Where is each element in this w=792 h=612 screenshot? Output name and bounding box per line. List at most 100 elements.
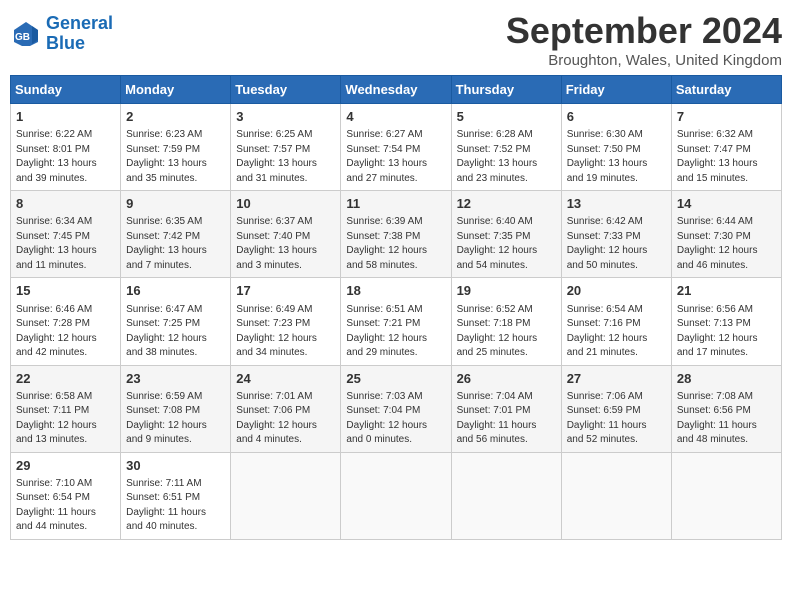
day-info: Sunrise: 6:47 AM Sunset: 7:25 PM Dayligh… (126, 303, 225, 361)
day-info: Sunrise: 6:46 AM Sunset: 7:28 PM Dayligh… (16, 303, 115, 361)
calendar-cell: 26Sunrise: 7:04 AM Sunset: 7:01 PM Dayli… (451, 365, 561, 452)
day-info: Sunrise: 6:49 AM Sunset: 7:23 PM Dayligh… (236, 303, 335, 361)
calendar-cell: 4 Sunrise: 6:27 AM Sunset: 7:54 PM Daylig… (341, 104, 451, 191)
day-number: 5 (457, 108, 556, 126)
calendar-cell: 30Sunrise: 7:11 AM Sunset: 6:51 PM Dayli… (121, 452, 231, 539)
calendar-cell: 29 Sunrise: 7:10 AM Sunset: 6:54 PM Dayli… (11, 452, 121, 539)
svg-text:GB: GB (15, 32, 30, 43)
day-info: Sunrise: 6:58 AM Sunset: 7:11 PM Dayligh… (16, 390, 115, 448)
calendar-header-row: SundayMondayTuesdayWednesdayThursdayFrid… (11, 76, 782, 104)
day-number: 24 (236, 370, 335, 388)
day-info: Sunrise: 6:39 AM Sunset: 7:38 PM Dayligh… (346, 215, 445, 273)
day-number: 12 (457, 195, 556, 213)
calendar-cell: 7Sunrise: 6:32 AM Sunset: 7:47 PM Daylig… (671, 104, 781, 191)
day-number: 23 (126, 370, 225, 388)
day-info: Sunrise: 6:28 AM Sunset: 7:52 PM Dayligh… (457, 128, 556, 186)
calendar-cell: 25Sunrise: 7:03 AM Sunset: 7:04 PM Dayli… (341, 365, 451, 452)
day-info: Sunrise: 6:54 AM Sunset: 7:16 PM Dayligh… (567, 303, 666, 361)
calendar-cell: 6 Sunrise: 6:30 AM Sunset: 7:50 PM Daylig… (561, 104, 671, 191)
day-number: 18 (346, 282, 445, 300)
calendar-cell (561, 452, 671, 539)
day-info: Sunrise: 6:51 AM Sunset: 7:21 PM Dayligh… (346, 303, 445, 361)
weekday-header-saturday: Saturday (671, 76, 781, 104)
calendar-cell: 8Sunrise: 6:34 AM Sunset: 7:45 PM Daylig… (11, 191, 121, 278)
calendar-cell: 11Sunrise: 6:39 AM Sunset: 7:38 PM Dayli… (341, 191, 451, 278)
day-number: 19 (457, 282, 556, 300)
day-number: 17 (236, 282, 335, 300)
calendar-cell: 12 Sunrise: 6:40 AM Sunset: 7:35 PM Dayli… (451, 191, 561, 278)
day-number: 29 (16, 457, 115, 475)
location-title: Broughton, Wales, United Kingdom (506, 52, 782, 69)
calendar-cell: 1 Sunrise: 6:22 AM Sunset: 8:01 PM Daylig… (11, 104, 121, 191)
day-info: Sunrise: 6:40 AM Sunset: 7:35 PM Dayligh… (457, 215, 556, 273)
calendar-cell (671, 452, 781, 539)
day-number: 28 (677, 370, 776, 388)
day-number: 27 (567, 370, 666, 388)
calendar-week-3: 15 Sunrise: 6:46 AM Sunset: 7:28 PM Dayli… (11, 278, 782, 365)
calendar-cell (451, 452, 561, 539)
day-number: 2 (126, 108, 225, 126)
day-number: 20 (567, 282, 666, 300)
logo-line2: Blue (46, 33, 85, 53)
day-number: 30 (126, 457, 225, 475)
calendar-cell: 27Sunrise: 7:06 AM Sunset: 6:59 PM Dayli… (561, 365, 671, 452)
day-info: Sunrise: 6:44 AM Sunset: 7:30 PM Dayligh… (677, 215, 776, 273)
day-number: 25 (346, 370, 445, 388)
calendar-cell: 15 Sunrise: 6:46 AM Sunset: 7:28 PM Dayli… (11, 278, 121, 365)
day-info: Sunrise: 6:34 AM Sunset: 7:45 PM Dayligh… (16, 215, 115, 273)
calendar-cell: 22Sunrise: 6:58 AM Sunset: 7:11 PM Dayli… (11, 365, 121, 452)
day-info: Sunrise: 6:23 AM Sunset: 7:59 PM Dayligh… (126, 128, 225, 186)
weekday-header-sunday: Sunday (11, 76, 121, 104)
calendar-table: SundayMondayTuesdayWednesdayThursdayFrid… (10, 75, 782, 540)
logo-line1: General (46, 13, 113, 33)
calendar-cell: 20 Sunrise: 6:54 AM Sunset: 7:16 PM Dayli… (561, 278, 671, 365)
day-number: 15 (16, 282, 115, 300)
calendar-cell: 2 Sunrise: 6:23 AM Sunset: 7:59 PM Daylig… (121, 104, 231, 191)
calendar-cell: 19 Sunrise: 6:52 AM Sunset: 7:18 PM Dayli… (451, 278, 561, 365)
day-info: Sunrise: 7:08 AM Sunset: 6:56 PM Dayligh… (677, 390, 776, 448)
day-number: 26 (457, 370, 556, 388)
day-info: Sunrise: 6:27 AM Sunset: 7:54 PM Dayligh… (346, 128, 445, 186)
day-number: 6 (567, 108, 666, 126)
day-number: 16 (126, 282, 225, 300)
day-info: Sunrise: 6:42 AM Sunset: 7:33 PM Dayligh… (567, 215, 666, 273)
calendar-cell (231, 452, 341, 539)
day-info: Sunrise: 6:56 AM Sunset: 7:13 PM Dayligh… (677, 303, 776, 361)
weekday-header-thursday: Thursday (451, 76, 561, 104)
weekday-header-tuesday: Tuesday (231, 76, 341, 104)
calendar-cell: 28 Sunrise: 7:08 AM Sunset: 6:56 PM Dayli… (671, 365, 781, 452)
weekday-header-friday: Friday (561, 76, 671, 104)
calendar-cell: 3 Sunrise: 6:25 AM Sunset: 7:57 PM Daylig… (231, 104, 341, 191)
calendar-week-2: 8Sunrise: 6:34 AM Sunset: 7:45 PM Daylig… (11, 191, 782, 278)
day-info: Sunrise: 6:35 AM Sunset: 7:42 PM Dayligh… (126, 215, 225, 273)
page-header: GB General Blue September 2024 Broughton… (10, 10, 782, 69)
calendar-cell: 10Sunrise: 6:37 AM Sunset: 7:40 PM Dayli… (231, 191, 341, 278)
day-info: Sunrise: 6:22 AM Sunset: 8:01 PM Dayligh… (16, 128, 115, 186)
logo: GB General Blue (10, 14, 113, 54)
calendar-cell: 24Sunrise: 7:01 AM Sunset: 7:06 PM Dayli… (231, 365, 341, 452)
day-info: Sunrise: 6:52 AM Sunset: 7:18 PM Dayligh… (457, 303, 556, 361)
day-number: 21 (677, 282, 776, 300)
day-info: Sunrise: 6:32 AM Sunset: 7:47 PM Dayligh… (677, 128, 776, 186)
calendar-cell: 9Sunrise: 6:35 AM Sunset: 7:42 PM Daylig… (121, 191, 231, 278)
day-info: Sunrise: 6:25 AM Sunset: 7:57 PM Dayligh… (236, 128, 335, 186)
calendar-cell: 17 Sunrise: 6:49 AM Sunset: 7:23 PM Dayli… (231, 278, 341, 365)
day-number: 10 (236, 195, 335, 213)
calendar-cell: 13 Sunrise: 6:42 AM Sunset: 7:33 PM Dayli… (561, 191, 671, 278)
title-block: September 2024 Broughton, Wales, United … (506, 10, 782, 69)
day-number: 4 (346, 108, 445, 126)
calendar-cell: 16 Sunrise: 6:47 AM Sunset: 7:25 PM Dayli… (121, 278, 231, 365)
day-info: Sunrise: 7:10 AM Sunset: 6:54 PM Dayligh… (16, 477, 115, 535)
calendar-week-4: 22Sunrise: 6:58 AM Sunset: 7:11 PM Dayli… (11, 365, 782, 452)
calendar-week-5: 29 Sunrise: 7:10 AM Sunset: 6:54 PM Dayli… (11, 452, 782, 539)
day-number: 1 (16, 108, 115, 126)
day-number: 13 (567, 195, 666, 213)
calendar-cell: 23 Sunrise: 6:59 AM Sunset: 7:08 PM Dayli… (121, 365, 231, 452)
day-info: Sunrise: 6:30 AM Sunset: 7:50 PM Dayligh… (567, 128, 666, 186)
calendar-cell: 18 Sunrise: 6:51 AM Sunset: 7:21 PM Dayli… (341, 278, 451, 365)
day-number: 3 (236, 108, 335, 126)
weekday-header-wednesday: Wednesday (341, 76, 451, 104)
calendar-cell: 21 Sunrise: 6:56 AM Sunset: 7:13 PM Dayli… (671, 278, 781, 365)
month-title: September 2024 (506, 10, 782, 52)
day-info: Sunrise: 6:59 AM Sunset: 7:08 PM Dayligh… (126, 390, 225, 448)
